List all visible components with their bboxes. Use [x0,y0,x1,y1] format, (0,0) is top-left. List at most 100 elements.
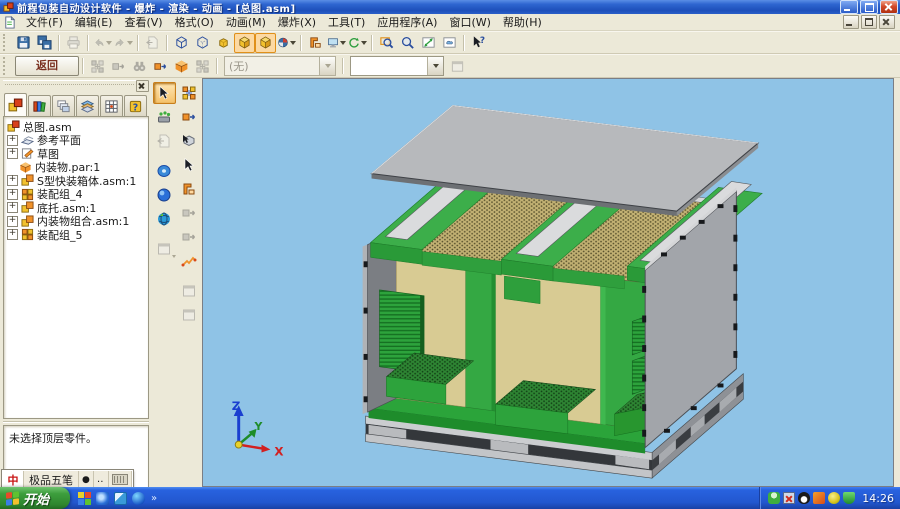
tray-messenger-icon[interactable] [768,492,780,504]
quick-launch-desktop-icon[interactable] [114,492,127,505]
child-minimize-button[interactable] [843,15,859,29]
redo-button[interactable] [113,33,134,53]
menu-edit[interactable]: 编辑(E) [69,13,119,31]
start-button[interactable]: 开始 [0,487,70,509]
shaded-edges-view-button[interactable] [255,33,276,53]
explode-button[interactable] [150,56,171,76]
viewport-3d[interactable]: Z Y X [202,78,894,487]
animation-events-button[interactable] [178,304,201,326]
tree-item-ref-planes[interactable]: 参考平面 [7,134,148,148]
activate-part-button[interactable] [153,106,176,128]
close-button[interactable] [880,0,898,14]
unexplode-button[interactable] [108,56,129,76]
expand-icon[interactable] [7,189,18,200]
render-session-button[interactable] [153,208,176,230]
unbind-parts-button[interactable] [178,226,201,248]
explode-config-dropdown[interactable]: (无) [224,56,336,76]
render-setup-button[interactable] [153,184,176,206]
print-button[interactable] [63,33,84,53]
explode-events-button[interactable] [178,280,201,302]
toolbar-grip[interactable] [3,34,10,51]
bind-parts-button[interactable] [178,202,201,224]
quick-launch-globe-icon[interactable] [132,492,145,505]
ime-name[interactable]: 极品五笔 [24,471,79,488]
zoom-button[interactable] [397,33,418,53]
menu-animation[interactable]: 动画(M) [220,13,272,31]
tab-parts-library[interactable] [28,95,51,116]
shadow-view-button[interactable] [213,33,234,53]
ime-fullwidth-toggle[interactable]: ● [79,471,94,488]
menu-file[interactable]: 文件(F) [20,13,69,31]
tray-updater-icon[interactable] [828,492,840,504]
ime-punctuation-toggle[interactable]: ‥ [94,471,109,488]
rotate-view-button[interactable] [347,33,368,53]
fit-view-button[interactable] [418,33,439,53]
select-part-button[interactable] [178,154,201,176]
expand-icon[interactable] [7,229,18,240]
zoom-area-button[interactable] [376,33,397,53]
menu-format[interactable]: 格式(O) [169,13,220,31]
restore-button[interactable] [860,0,878,14]
menu-window[interactable]: 窗口(W) [443,13,496,31]
auto-explode-button[interactable] [87,56,108,76]
explode-part-button[interactable] [178,106,201,128]
menu-explode[interactable]: 爆炸(X) [272,13,322,31]
tray-antivirus-icon[interactable] [843,492,855,504]
menu-help[interactable]: 帮助(H) [497,13,548,31]
more-render-tools-button[interactable] [153,238,176,260]
hidden-edges-view-button[interactable] [192,33,213,53]
tray-qq-icon[interactable] [798,492,810,504]
paste-button[interactable] [142,33,163,53]
shaded-view-button[interactable] [234,33,255,53]
ime-language-indicator[interactable]: 中 [3,471,24,488]
menu-view[interactable]: 查看(V) [118,13,168,31]
tree-item-group5[interactable]: 装配组_5 [7,228,148,242]
collapse-button[interactable] [171,56,192,76]
view-orientation-button[interactable] [326,33,347,53]
edgebar-grip[interactable] [5,84,134,88]
render-scene-button[interactable] [153,160,176,182]
quick-launch-media-icon[interactable] [78,492,91,505]
tab-sensors[interactable] [100,95,123,116]
search-parts-button[interactable] [129,56,150,76]
menu-applications[interactable]: 应用程序(A) [371,13,443,31]
modify-explode-button[interactable] [178,178,201,200]
pan-view-button[interactable] [439,33,460,53]
select-help-button[interactable] [468,33,489,53]
undo-button[interactable] [92,33,113,53]
color-manager-button[interactable] [276,33,297,53]
quick-launch-overflow[interactable]: » [151,493,157,504]
ime-softkeyboard-button[interactable] [109,471,132,488]
panel-splitter[interactable] [3,421,149,423]
save-all-button[interactable] [34,33,55,53]
expand-icon[interactable] [7,216,18,227]
reposition-part-button[interactable] [178,130,201,152]
tab-help[interactable] [124,95,147,116]
select-tool-button[interactable] [153,82,176,104]
apply-config-button[interactable] [447,56,468,76]
expand-icon[interactable] [7,202,18,213]
tab-alternate-assemblies[interactable] [52,95,75,116]
expand-icon[interactable] [7,175,18,186]
tab-layers[interactable] [76,95,99,116]
edit-definition-button[interactable] [153,130,176,152]
menu-tools[interactable]: 工具(T) [322,13,371,31]
explode-settings-button[interactable] [192,56,213,76]
back-button[interactable]: 返回 [15,56,79,76]
toolbar-grip[interactable] [3,57,10,75]
tray-network-disconnected-icon[interactable] [783,492,795,504]
edgebar-close-button[interactable] [136,80,149,92]
expand-icon[interactable] [7,135,18,146]
child-close-button[interactable] [879,15,895,29]
expand-icon[interactable] [7,148,18,159]
child-restore-button[interactable] [861,15,877,29]
flow-lines-button[interactable] [178,250,201,272]
quick-launch-browser-icon[interactable] [96,492,109,505]
tab-assembly-pathfinder[interactable] [4,93,27,116]
common-views-button[interactable] [305,33,326,53]
minimize-button[interactable] [840,0,858,14]
tray-notifier-icon[interactable] [813,492,825,504]
animation-speed-dropdown[interactable] [350,56,444,76]
title-bar[interactable]: 前程包装自动设计软件 - 爆炸 - 渲染 - 动画 - [总图.asm] [0,0,900,14]
clock[interactable]: 14:26 [862,492,894,505]
